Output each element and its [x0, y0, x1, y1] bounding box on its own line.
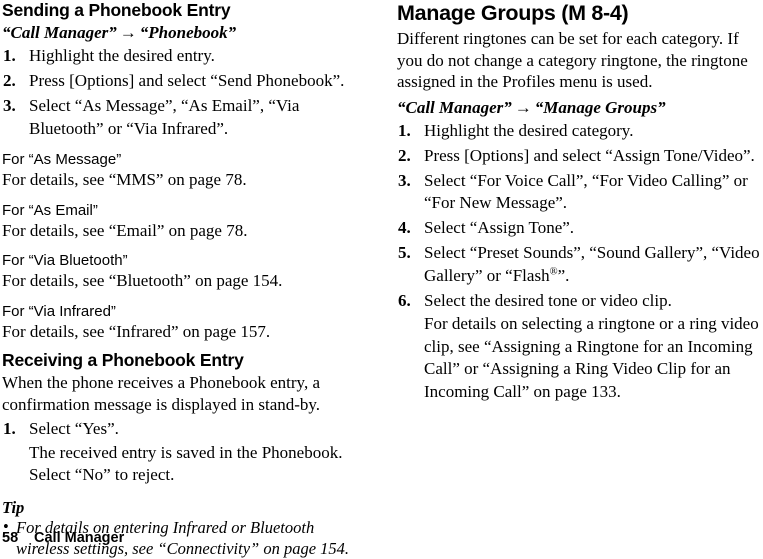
subheading-for-as-email: For “As Email” — [2, 201, 98, 219]
registered-trademark-icon: ® — [549, 265, 558, 277]
left-column: Sending a Phonebook Entry “Call Manager”… — [2, 0, 370, 559]
step-text: Highlight the desired entry. — [29, 46, 215, 65]
list-item: 3. Select “For Voice Call”, “For Video C… — [397, 170, 761, 215]
step-number: 1. — [3, 419, 16, 438]
right-column: Manage Groups (M 8-4) Different ringtone… — [397, 0, 761, 406]
steps-list-manage-groups: 1. Highlight the desired category. 2. Pr… — [397, 120, 761, 404]
list-item: 2. Press [Options] and select “Assign To… — [397, 145, 761, 168]
step-text: Select “Assign Tone”. — [424, 218, 575, 237]
breadcrumb-to: “Manage Groups” — [534, 97, 666, 117]
step-note: For details on selecting a ringtone or a… — [424, 314, 759, 401]
footer-chapter-title: Call Manager — [34, 530, 125, 546]
list-item: 6. Select the desired tone or video clip… — [397, 290, 761, 404]
step-number: 3. — [3, 96, 16, 115]
section-heading-receiving-phonebook-entry: Receiving a Phonebook Entry — [2, 350, 244, 370]
list-item: 1. Highlight the desired entry. — [2, 45, 370, 68]
subsection-body-as-email: For details, see “Email” on page 78. — [2, 220, 248, 240]
subsection-body-via-infrared: For details, see “Infrared” on page 157. — [2, 321, 271, 341]
steps-list-sending-phonebook: 1. Highlight the desired entry. 2. Press… — [2, 45, 370, 140]
step-text: Select “As Message”, “As Email”, “Via Bl… — [29, 96, 300, 138]
step-text: Press [Options] and select “Assign Tone/… — [424, 145, 755, 165]
breadcrumb-call-manager-phonebook: “Call Manager” → “Phonebook” — [2, 22, 370, 44]
step-text-pre: Select “Preset Sounds”, “Sound Gallery”,… — [424, 243, 760, 285]
step-text: Select “Preset Sounds”, “Sound Gallery”,… — [424, 243, 760, 285]
steps-list-receiving-phonebook: 1. Select “Yes”. The received entry is s… — [2, 418, 370, 487]
step-text: Press [Options] and select “Send Phonebo… — [29, 71, 345, 90]
step-number: 6. — [398, 290, 411, 310]
list-item: 1. Highlight the desired category. — [397, 120, 761, 143]
step-number: 5. — [398, 243, 411, 262]
step-note: The received entry is saved in the Phone… — [29, 442, 343, 485]
subheading-for-via-infrared: For “Via Infrared” — [2, 302, 116, 320]
step-number: 2. — [3, 71, 16, 90]
breadcrumb-from: “Call Manager” — [397, 97, 512, 117]
list-item: 5. Select “Preset Sounds”, “Sound Galler… — [397, 242, 761, 287]
page-footer: 58 Call Manager — [2, 530, 124, 547]
manual-page: Sending a Phonebook Entry “Call Manager”… — [0, 0, 763, 558]
section-heading-sending-phonebook-entry: Sending a Phonebook Entry — [2, 0, 231, 20]
receiving-intro-text: When the phone receives a Phonebook entr… — [2, 373, 321, 414]
subheading-for-via-bluetooth: For “Via Bluetooth” — [2, 252, 128, 269]
step-text-post: ”. — [557, 265, 570, 285]
breadcrumb-call-manager-manage-groups: “Call Manager” → “Manage Groups” — [397, 97, 761, 119]
list-item: 4. Select “Assign Tone”. — [397, 217, 761, 240]
step-number: 3. — [398, 170, 411, 190]
list-item: 1. Select “Yes”. The received entry is s… — [2, 418, 370, 487]
step-text: Select “For Voice Call”, “For Video Call… — [424, 170, 748, 213]
step-number: 1. — [3, 46, 16, 65]
step-text: Highlight the desired category. — [424, 120, 634, 140]
subsection-body-as-message: For details, see “MMS” on page 78. — [2, 170, 247, 189]
step-number: 2. — [398, 145, 411, 165]
manage-groups-intro-text: Different ringtones can be set for each … — [397, 29, 748, 91]
step-number: 1. — [398, 120, 411, 140]
list-item: 2. Press [Options] and select “Send Phon… — [2, 70, 370, 93]
breadcrumb-to: “Phonebook” — [139, 23, 237, 42]
section-heading-manage-groups: Manage Groups (M 8-4) — [397, 1, 629, 25]
step-number: 4. — [398, 218, 411, 237]
arrow-right-icon: → — [514, 97, 532, 117]
breadcrumb-from: “Call Manager” — [2, 23, 117, 42]
arrow-right-icon: → — [119, 23, 137, 42]
subsection-body-via-bluetooth: For details, see “Bluetooth” on page 154… — [2, 271, 283, 290]
page-number: 58 — [2, 530, 19, 546]
step-text: Select “Yes”. — [29, 419, 119, 438]
list-item: 3. Select “As Message”, “As Email”, “Via… — [2, 95, 370, 140]
tip-heading: Tip — [2, 497, 25, 517]
subheading-for-as-message: For “As Message” — [2, 151, 122, 168]
step-text: Select the desired tone or video clip. — [424, 290, 672, 310]
